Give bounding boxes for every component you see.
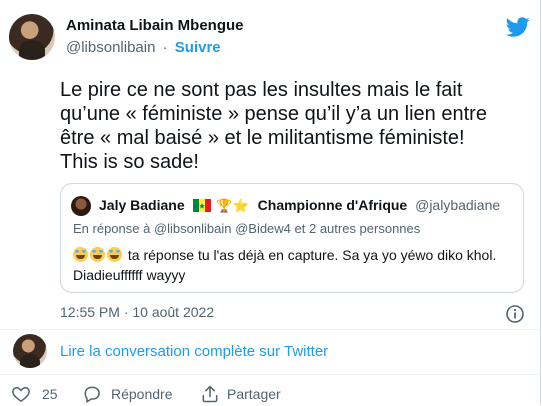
follow-button[interactable]: Suivre: [175, 39, 221, 56]
like-count: 25: [42, 386, 58, 402]
tweet-paragraph: Le pire ce ne sont pas les insultes mais…: [60, 79, 487, 149]
reply-bubble-icon: [84, 386, 100, 403]
tweet-header: Aminata Libain Mbengue @libsonlibain · S…: [9, 14, 530, 62]
tweet-timestamp[interactable]: 12:55 PM · 10 août 2022: [60, 304, 214, 320]
author-handle-row: @libsonlibain · Suivre: [66, 39, 221, 56]
quoted-tweet[interactable]: Jaly Badiane 🏆⭐ Championne d'Afrique @ja…: [60, 183, 524, 293]
divider: [0, 374, 540, 375]
share-button[interactable]: Partager: [200, 384, 300, 404]
senegal-flag-icon: [192, 199, 211, 212]
read-conversation-link[interactable]: Lire la conversation complète sur Twitte…: [60, 343, 328, 360]
tweet-paragraph: This is so sade!: [60, 151, 199, 173]
share-icon: [202, 385, 218, 403]
separator-dot: ·: [162, 39, 168, 56]
author-avatar-small[interactable]: [13, 334, 47, 368]
quoted-reply-context: En réponse à @libsonlibain @Bidew4 et 2 …: [73, 221, 421, 236]
tweet-card: Aminata Libain Mbengue @libsonlibain · S…: [0, 0, 541, 405]
tears-of-joy-emoji: [73, 247, 88, 262]
heart-icon: [12, 386, 30, 402]
like-button[interactable]: 25: [11, 384, 61, 404]
author-name[interactable]: Aminata Libain Mbengue: [66, 17, 244, 34]
twitter-bird-icon[interactable]: [506, 15, 530, 39]
tears-of-joy-emoji: [107, 247, 122, 262]
author-avatar[interactable]: [9, 14, 55, 60]
reply-button[interactable]: Répondre: [82, 384, 192, 404]
tweet-text: Le pire ce ne sont pas les insultes mais…: [60, 78, 522, 174]
tweet-meta: 12:55 PM · 10 août 2022: [60, 304, 525, 326]
quoted-author-line: Jaly Badiane 🏆⭐ Championne d'Afrique @ja…: [99, 197, 500, 214]
divider: [0, 329, 540, 330]
reply-label: Répondre: [111, 386, 173, 402]
info-icon[interactable]: [505, 304, 525, 324]
quoted-author-title: Championne d'Afrique: [257, 197, 408, 213]
share-label: Partager: [227, 386, 281, 402]
quoted-author-avatar: [71, 196, 91, 216]
quoted-author-name: Jaly Badiane: [99, 197, 185, 213]
quoted-body-text: ta réponse tu l'as déjà en capture. Sa y…: [73, 247, 497, 283]
author-handle[interactable]: @libsonlibain: [66, 39, 155, 56]
tears-of-joy-emoji: [90, 247, 105, 262]
quoted-tweet-body: ta réponse tu l'as déjà en capture. Sa y…: [73, 245, 513, 285]
quoted-author-handle: @jalybadiane: [415, 197, 501, 213]
trophy-star-emoji: 🏆⭐: [216, 198, 249, 213]
read-conversation-row: Lire la conversation complète sur Twitte…: [13, 334, 513, 368]
